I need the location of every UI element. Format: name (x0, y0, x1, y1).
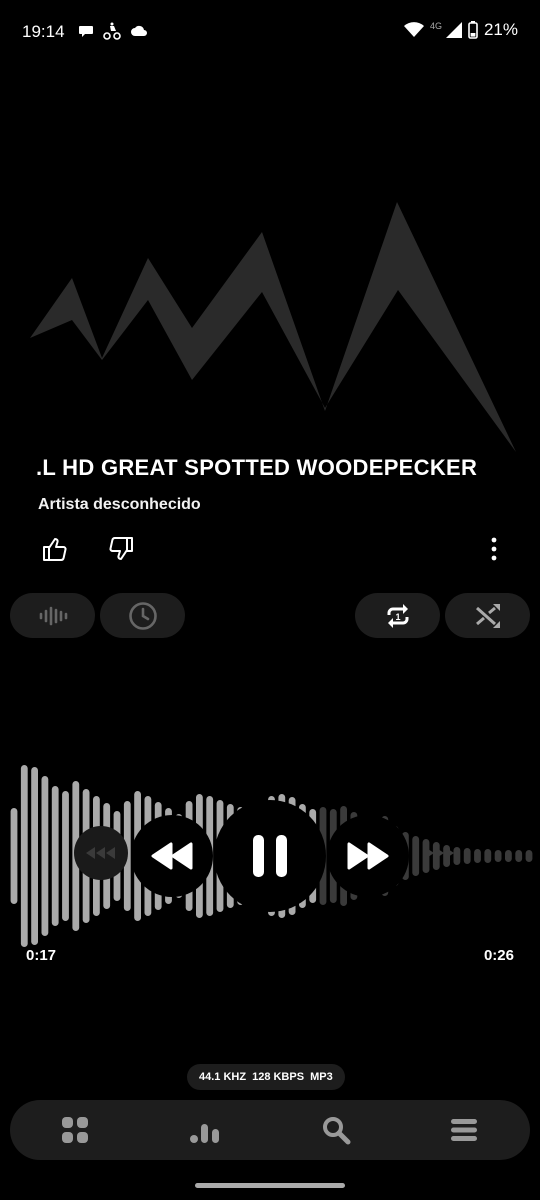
nav-library[interactable] (58, 1113, 92, 1147)
skip-previous-button[interactable] (74, 826, 128, 880)
bitrate: 128 KBPS (252, 1071, 305, 1083)
album-artwork (30, 202, 516, 452)
rewind-button[interactable] (131, 815, 213, 897)
wifi-icon (403, 22, 424, 37)
waveform-icon (39, 606, 67, 625)
waveform-bar (505, 850, 512, 862)
waveform-bar (515, 850, 523, 862)
bottom-navigation (10, 1100, 530, 1160)
skip-next-button[interactable] (412, 826, 466, 880)
codec: MP3 (310, 1071, 333, 1083)
chat-bubble-icon (79, 26, 93, 37)
battery-icon (468, 21, 478, 39)
repeat-one-icon: 1 (387, 603, 408, 628)
nav-search[interactable] (319, 1113, 353, 1147)
track-artist: Artista desconhecido (38, 496, 201, 513)
waveform-bar (31, 767, 38, 945)
network-type: 4G (429, 21, 442, 31)
grid-icon (62, 1117, 88, 1143)
skip-forward-icon (425, 847, 454, 859)
sleep-timer-button[interactable] (100, 593, 185, 638)
repeat-one-button[interactable]: 1 (355, 593, 440, 638)
sample-rate: 44.1 KHZ (199, 1071, 247, 1083)
shuffle-button[interactable] (445, 593, 530, 638)
fast-forward-button[interactable] (327, 815, 409, 897)
battery-level: 21% (483, 20, 518, 39)
rewind-icon (151, 842, 193, 870)
svg-text:1: 1 (395, 612, 400, 622)
system-indicators: 4G 21% (403, 20, 518, 40)
nav-menu[interactable] (447, 1113, 481, 1147)
waveform-bar (484, 849, 492, 863)
delivery-rider-icon (103, 22, 121, 40)
elapsed-time: 0:17 (26, 947, 57, 964)
artwork-mountain-shape (30, 202, 516, 452)
status-bar: 19:14 4G 21% (0, 0, 540, 64)
waveform-bar (474, 849, 481, 863)
clock-icon (128, 601, 157, 630)
waveform-bar (62, 791, 69, 921)
signal-icon (445, 22, 462, 38)
more-vertical-icon (491, 537, 497, 561)
audio-format-badge: 44.1 KHZ 128 KBPS MP3 (187, 1064, 345, 1090)
search-icon (323, 1117, 351, 1145)
waveform-bar (494, 850, 502, 862)
nav-stats[interactable] (189, 1113, 223, 1147)
visualizer-button[interactable] (10, 593, 95, 638)
pause-button[interactable] (214, 800, 326, 912)
more-options-button[interactable] (482, 534, 506, 564)
status-time: 19:14 (22, 22, 65, 41)
menu-icon (451, 1119, 477, 1141)
home-indicator[interactable] (195, 1183, 345, 1188)
shuffle-icon (475, 603, 500, 628)
bar-chart-icon (190, 1124, 219, 1143)
like-button[interactable] (40, 534, 70, 564)
waveform-bar (41, 776, 49, 936)
fast-rewind-icon (86, 847, 115, 859)
notification-icons (78, 22, 148, 40)
thumbs-down-icon (109, 537, 133, 560)
waveform-bar (525, 850, 533, 862)
waveform-bar (51, 786, 59, 926)
thumbs-up-icon (43, 538, 67, 561)
track-title: .L HD GREAT SPOTTED WOODEPECKER (36, 455, 478, 480)
dislike-button[interactable] (106, 534, 136, 564)
fast-forward-icon (347, 842, 389, 870)
waveform-bar (10, 808, 18, 904)
cloud-icon (131, 25, 147, 36)
pause-icon (253, 835, 287, 877)
waveform-bar (20, 765, 28, 947)
total-duration: 0:26 (483, 947, 514, 964)
